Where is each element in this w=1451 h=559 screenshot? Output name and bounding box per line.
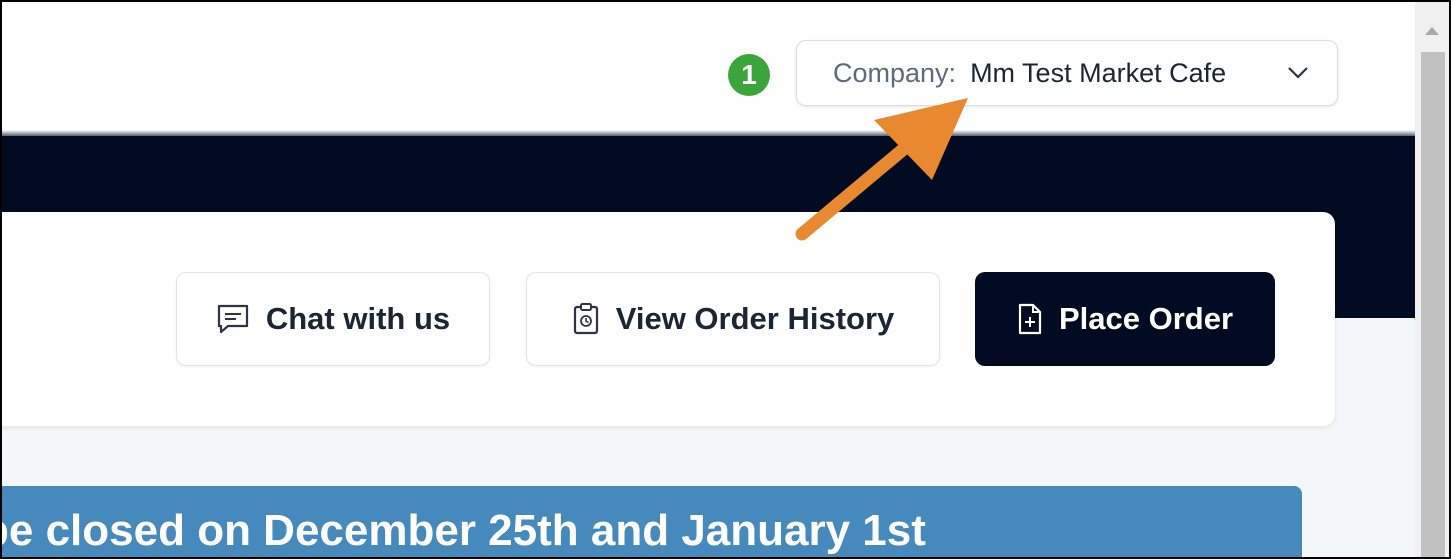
scrollbar-thumb[interactable] bbox=[1421, 52, 1445, 557]
company-select[interactable]: Company: Mm Test Market Cafe bbox=[796, 40, 1338, 106]
place-order-label: Place Order bbox=[1058, 301, 1234, 336]
chat-bubble-icon bbox=[217, 304, 248, 334]
view-order-history-label: View Order History bbox=[615, 301, 895, 336]
document-plus-icon bbox=[1018, 303, 1042, 335]
chat-button[interactable]: Chat with us bbox=[176, 272, 490, 366]
chevron-down-icon bbox=[1288, 67, 1308, 79]
scroll-up-arrow-icon[interactable] bbox=[1422, 24, 1442, 38]
banner-text: be closed on December 25th and January 1… bbox=[0, 506, 926, 555]
clipboard-icon bbox=[573, 303, 598, 335]
callout-badge: 1 bbox=[728, 54, 770, 96]
view-order-history-button[interactable]: View Order History bbox=[526, 272, 940, 366]
company-value: Mm Test Market Cafe bbox=[970, 57, 1227, 88]
chat-button-label: Chat with us bbox=[265, 301, 451, 336]
announcement-banner: be closed on December 25th and January 1… bbox=[0, 486, 1302, 557]
place-order-button[interactable]: Place Order bbox=[975, 272, 1275, 366]
app-frame: Company: Mm Test Market Cafe 1 Chat with… bbox=[0, 0, 1451, 559]
company-label: Company: bbox=[833, 57, 957, 88]
